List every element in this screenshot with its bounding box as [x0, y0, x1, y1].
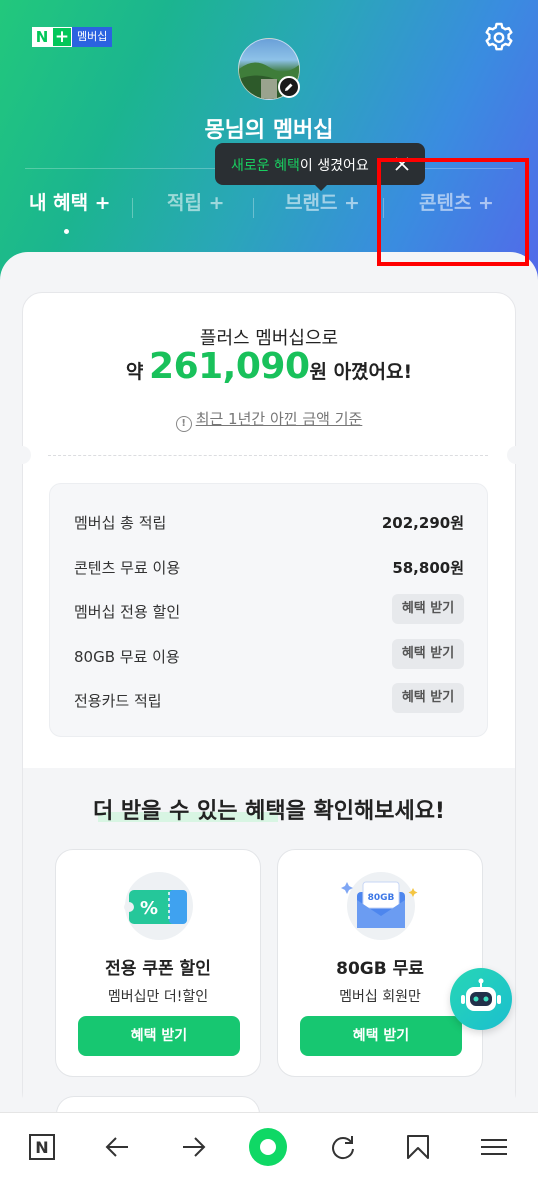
gear-icon[interactable]: [482, 21, 516, 55]
naver-home-icon[interactable]: N: [22, 1127, 62, 1167]
benefit-value: 202,290원: [381, 514, 464, 532]
storage-envelope-icon: 80GB: [341, 870, 421, 942]
savings-info-label: 최근 1년간 아낀 금액 기준: [195, 410, 363, 428]
benefit-card-subtitle: 멤버십만 더!할인: [107, 989, 209, 1005]
benefit-label: 전용카드 적립: [74, 692, 162, 710]
savings-info-link[interactable]: ! 최근 1년간 아낀 금액 기준: [0, 408, 538, 432]
info-icon: !: [175, 416, 192, 432]
savings-suffix: 원 아꼈어요!: [309, 361, 413, 383]
tab-points[interactable]: 적립 +: [167, 188, 225, 215]
tab-separator: [253, 198, 254, 218]
benefit-label: 멤버십 총 적립: [74, 514, 167, 532]
menu-icon[interactable]: [474, 1127, 514, 1167]
svg-text:N: N: [35, 1138, 48, 1157]
benefit-label: 80GB 무료 이용: [74, 648, 180, 666]
benefit-card-title: 전용 쿠폰 할인: [105, 959, 211, 979]
ticket-notch-left: [13, 446, 31, 464]
coupon-icon: %: [119, 870, 199, 942]
get-benefit-button[interactable]: 혜택 받기: [300, 1016, 462, 1056]
bookmark-icon[interactable]: [398, 1127, 438, 1167]
profile-avatar[interactable]: [238, 38, 300, 100]
tooltip-highlight: 새로운 혜택: [231, 158, 300, 174]
tooltip-arrow: [313, 183, 329, 191]
benefit-card-storage[interactable]: 80GB 80GB 무료 멤버십 회원만 혜택 받기: [277, 849, 483, 1077]
logo-plus: +: [52, 27, 72, 47]
svg-text:%: %: [140, 898, 158, 919]
refresh-icon[interactable]: [323, 1127, 363, 1167]
benefit-label: 콘텐츠 무료 이용: [74, 559, 181, 577]
logo-n: N: [32, 27, 52, 47]
tooltip-message: 새로운 혜택이 생겼어요: [231, 155, 369, 175]
tab-my-benefits[interactable]: 내 혜택 +: [29, 188, 111, 215]
get-benefit-button[interactable]: 혜택 받기: [78, 1016, 240, 1056]
ticket-notch-right: [507, 446, 525, 464]
benefit-card-coupon[interactable]: % 전용 쿠폰 할인 멤버십만 더!할인 혜택 받기: [55, 849, 261, 1077]
more-benefits-title: 더 받을 수 있는 혜택을 확인해보세요!: [93, 799, 445, 824]
benefit-row: 80GB 무료 이용 혜택 받기: [74, 639, 464, 669]
edit-pencil-icon[interactable]: [278, 76, 300, 98]
logo-text: 멤버십: [72, 27, 113, 47]
savings-prefix: 약: [125, 361, 144, 383]
active-tab-indicator: [64, 229, 69, 234]
get-benefit-button[interactable]: 혜택 받기: [392, 683, 464, 713]
benefit-row: 멤버십 총 적립 202,290원: [74, 505, 464, 535]
benefit-row: 전용카드 적립 혜택 받기: [74, 683, 464, 713]
browser-bottom-bar: N: [0, 1112, 538, 1183]
benefit-row: 멤버십 전용 할인 혜택 받기: [74, 594, 464, 624]
forward-arrow-icon[interactable]: [173, 1127, 213, 1167]
green-dot-icon[interactable]: [248, 1127, 288, 1167]
benefit-row: 콘텐츠 무료 이용 58,800원: [74, 550, 464, 580]
benefit-label: 멤버십 전용 할인: [74, 603, 181, 621]
savings-amount: 261,090: [149, 346, 310, 387]
get-benefit-button[interactable]: 혜택 받기: [392, 594, 464, 624]
dashed-divider: [48, 455, 488, 456]
svg-text:80GB: 80GB: [368, 893, 395, 903]
back-arrow-icon[interactable]: [98, 1127, 138, 1167]
tab-separator: [132, 198, 133, 218]
chatbot-icon[interactable]: [450, 968, 512, 1030]
benefit-value: 58,800원: [392, 559, 464, 577]
tab-brand[interactable]: 브랜드 +: [285, 188, 360, 215]
get-benefit-button[interactable]: 혜택 받기: [392, 639, 464, 669]
naver-plus-membership-logo: N + 멤버십: [32, 27, 113, 47]
tooltip-text: 이 생겼어요: [299, 158, 369, 174]
highlight-box: [377, 158, 529, 266]
savings-amount-line: 약 261,090원 아꼈어요!: [0, 346, 538, 387]
page-title: 몽님의 멤버십: [204, 118, 334, 143]
